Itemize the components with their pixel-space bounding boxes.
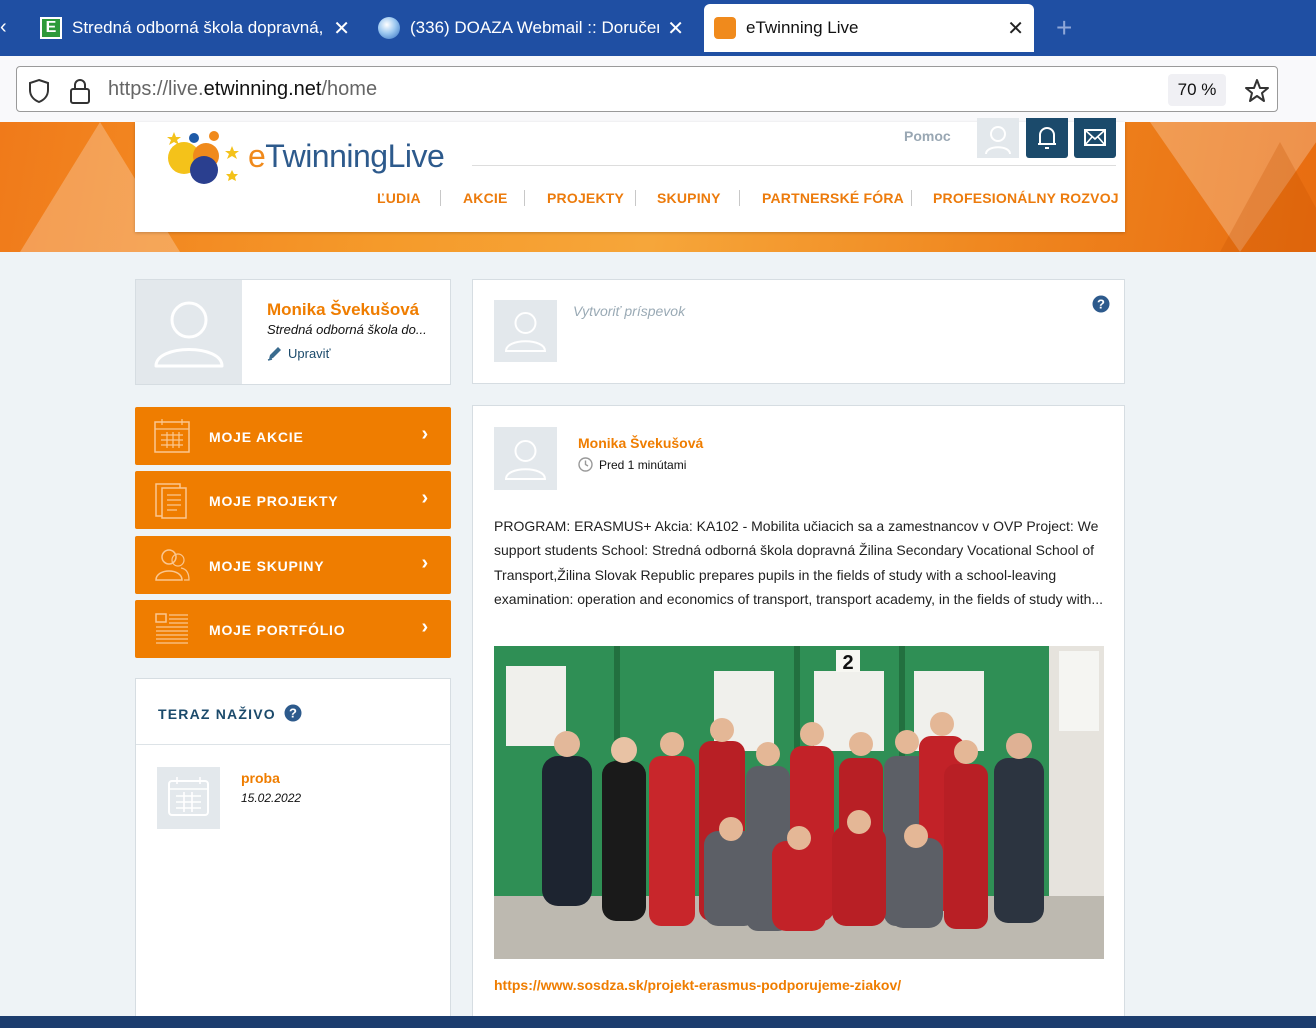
nav-projects[interactable]: PROJEKTY — [547, 190, 624, 206]
chevron-right-icon: › — [421, 423, 429, 445]
close-tab-icon[interactable]: ✕ — [667, 16, 684, 41]
chevron-right-icon: › — [421, 552, 429, 574]
header-divider — [472, 165, 1116, 166]
profile-avatar[interactable] — [136, 280, 242, 384]
user-icon — [504, 312, 547, 352]
messages-button[interactable] — [1074, 118, 1116, 158]
edit-profile-link[interactable]: Upraviť — [267, 345, 330, 361]
tab-webmail[interactable]: (336) DOAZA Webmail :: Doručené ✕ — [368, 8, 694, 48]
documents-icon — [155, 483, 187, 519]
help-icon[interactable]: ? — [1092, 295, 1110, 313]
zoom-level[interactable]: 70 % — [1168, 74, 1226, 106]
e-school-icon: E — [40, 17, 62, 39]
clock-icon — [578, 457, 593, 472]
svg-text:?: ? — [289, 706, 297, 721]
tab-scroll-left-icon[interactable]: ‹ — [0, 16, 7, 39]
chevron-right-icon: › — [421, 616, 429, 638]
tab-title: eTwinning Live — [746, 18, 859, 37]
create-post-input[interactable]: Vytvoriť príspevok — [573, 303, 1073, 319]
webmail-icon — [378, 17, 400, 39]
help-icon[interactable]: ? — [284, 704, 302, 722]
portfolio-list-icon — [155, 613, 188, 644]
edit-label: Upraviť — [288, 345, 331, 361]
nav-people[interactable]: ĽUDIA — [377, 190, 421, 206]
event-date: 15.02.2022 — [241, 791, 302, 805]
tab-school[interactable]: E Stredná odborná škola dopravná, Žilina… — [30, 8, 360, 48]
post-time: Pred 1 minútami — [578, 457, 686, 472]
etwinning-icon — [714, 17, 736, 39]
tab-title: Stredná odborná škola dopravná, Žilina — [72, 18, 325, 37]
post-card: Monika Švekušová Pred 1 minútami PROGRAM… — [472, 405, 1125, 1025]
my-projects-button[interactable]: MOJE PROJEKTY › — [135, 471, 451, 529]
url-text[interactable]: https://live.etwinning.net/home — [108, 78, 377, 101]
post-author[interactable]: Monika Švekušová — [578, 435, 703, 451]
logo-twinning: Twinning — [265, 138, 388, 174]
etwinning-stars-icon — [167, 131, 239, 184]
profile-card: Monika Švekušová Stredná odborná škola d… — [135, 279, 451, 385]
calendar-icon — [168, 777, 209, 816]
my-groups-button[interactable]: MOJE SKUPINY › — [135, 536, 451, 594]
time-label: Pred 1 minútami — [599, 457, 687, 472]
live-now-card: TERAZ NAŽIVO ? proba 15.02.2022 — [135, 678, 451, 1023]
close-tab-icon[interactable]: ✕ — [1007, 16, 1024, 41]
user-icon — [985, 126, 1011, 155]
button-label: MOJE PORTFÓLIO — [209, 622, 346, 638]
button-label: MOJE PROJEKTY — [209, 493, 339, 509]
post-photo[interactable]: 2 — [494, 646, 1104, 959]
profile-name[interactable]: Monika Švekušová — [267, 300, 419, 320]
button-label: MOJE SKUPINY — [209, 558, 325, 574]
nav-separator — [524, 190, 525, 206]
pencil-icon — [267, 347, 281, 361]
my-events-button[interactable]: MOJE AKCIE › — [135, 407, 451, 465]
calendar-icon — [154, 419, 190, 453]
button-label: MOJE AKCIE — [209, 429, 304, 445]
nav-events[interactable]: AKCIE — [463, 190, 508, 206]
composer-avatar — [494, 300, 557, 362]
logo-e: e — [248, 138, 266, 174]
close-tab-icon[interactable]: ✕ — [333, 16, 350, 41]
user-icon — [154, 301, 224, 368]
door-number: 2 — [842, 652, 853, 674]
shield-icon[interactable] — [26, 78, 52, 104]
tab-etwinning[interactable]: eTwinning Live ✕ — [704, 4, 1034, 52]
etwinning-logo[interactable]: eTwinningLive — [160, 124, 460, 196]
nav-separator — [739, 190, 740, 206]
help-link[interactable]: Pomoc — [904, 128, 951, 144]
os-taskbar — [0, 1016, 1316, 1028]
svg-text:?: ? — [1097, 297, 1105, 312]
profile-school: Stredná odborná škola do... — [267, 322, 427, 337]
lock-icon[interactable] — [68, 77, 92, 105]
create-post-card: Vytvoriť príspevok ? — [472, 279, 1125, 384]
post-link[interactable]: https://www.sosdza.sk/projekt-erasmus-po… — [494, 977, 901, 993]
nav-groups[interactable]: SKUPINY — [657, 190, 721, 206]
card-divider — [136, 744, 450, 745]
nav-professional-development[interactable]: PROFESIONÁLNY ROZVOJ — [933, 190, 1119, 206]
live-now-title: TERAZ NAŽIVO — [158, 706, 276, 722]
post-author-avatar[interactable] — [494, 427, 557, 490]
tab-title: (336) DOAZA Webmail :: Doručené — [410, 18, 660, 37]
my-portfolio-button[interactable]: MOJE PORTFÓLIO › — [135, 600, 451, 658]
group-photo-image: 2 — [494, 646, 1104, 959]
user-icon — [504, 440, 547, 480]
event-name[interactable]: proba — [241, 770, 280, 786]
event-thumbnail[interactable] — [157, 767, 220, 829]
bookmark-star-icon[interactable] — [1244, 78, 1270, 104]
post-text: PROGRAM: ERASMUS+ Akcia: KA102 - Mobilit… — [494, 518, 1104, 608]
nav-separator — [635, 190, 636, 206]
envelope-icon — [1084, 129, 1106, 146]
new-tab-icon[interactable]: + — [1056, 12, 1072, 44]
chevron-right-icon: › — [421, 487, 429, 509]
bell-icon — [1038, 127, 1056, 149]
notifications-button[interactable] — [1026, 118, 1068, 158]
user-avatar-button[interactable] — [977, 118, 1019, 158]
users-group-icon — [155, 549, 190, 581]
logo-live: Live — [387, 138, 445, 174]
nav-separator — [911, 190, 912, 206]
nav-separator — [440, 190, 441, 206]
nav-partner-forums[interactable]: PARTNERSKÉ FÓRA — [762, 190, 904, 206]
